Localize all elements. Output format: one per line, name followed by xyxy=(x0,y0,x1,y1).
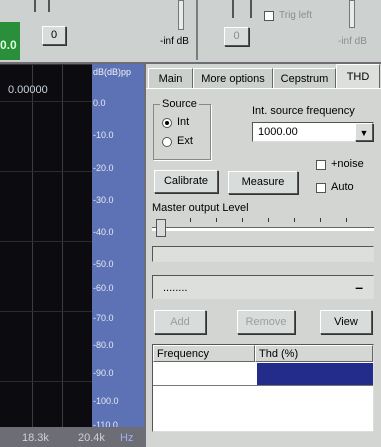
measure-button[interactable]: Measure xyxy=(228,171,298,194)
table-row-divider xyxy=(153,385,373,386)
view-button[interactable]: View xyxy=(320,310,372,334)
minus-button[interactable]: – xyxy=(355,279,363,295)
level-slider-track-right[interactable] xyxy=(349,0,355,28)
calibrate-button[interactable]: Calibrate xyxy=(154,170,218,193)
source-int-radio[interactable] xyxy=(162,118,172,128)
scale-tick: -30.0 xyxy=(93,195,114,205)
noise-label: +noise xyxy=(331,158,364,170)
scale-tick: -40.0 xyxy=(93,227,114,237)
trig-left-label: Trig left xyxy=(279,10,312,21)
scale-tick: -20.0 xyxy=(93,163,114,173)
source-ext-radio[interactable] xyxy=(162,137,172,147)
remove-button[interactable]: Remove xyxy=(237,310,295,334)
meter-divider xyxy=(232,0,234,18)
selected-cell[interactable] xyxy=(257,363,373,385)
level-readout-right: -inf dB xyxy=(338,36,367,47)
column-header-frequency[interactable]: Frequency xyxy=(153,345,255,362)
list-entry: ........ xyxy=(163,282,188,294)
level-slider-track[interactable] xyxy=(178,0,184,30)
meter-divider xyxy=(34,0,36,12)
channel-indicator: 0.0 xyxy=(0,22,20,60)
scale-tick: -70.0 xyxy=(93,313,114,323)
tab-more-options[interactable]: More options xyxy=(193,68,273,88)
cursor-value-readout: 0.00000 xyxy=(8,84,48,96)
tab-border xyxy=(146,88,381,89)
scale-tick: 0.0 xyxy=(93,98,106,108)
auto-label: Auto xyxy=(331,181,354,193)
freq-unit: Hz xyxy=(120,432,134,444)
trig-left-checkbox[interactable] xyxy=(264,11,274,21)
left-channel-button[interactable]: 0 xyxy=(42,26,66,45)
scale-tick: -10.0 xyxy=(93,130,114,140)
int-source-frequency-label: Int. source frequency xyxy=(252,105,355,117)
noise-checkbox[interactable] xyxy=(316,160,326,170)
scale-tick: -50.0 xyxy=(93,259,114,269)
master-output-slider-thumb[interactable] xyxy=(156,219,166,237)
tab-thd[interactable]: THD xyxy=(336,64,380,88)
column-header-thd[interactable]: Thd (%) xyxy=(255,345,373,362)
scale-unit: dB(dB)pp xyxy=(93,67,132,77)
source-int-label: Int xyxy=(177,116,190,128)
scale-tick: -90.0 xyxy=(93,368,114,378)
level-readout-left: -inf dB xyxy=(160,36,189,47)
panel-separator xyxy=(196,0,198,60)
source-ext-label: Ext xyxy=(177,135,193,147)
source-group xyxy=(153,104,211,160)
tab-cepstrum[interactable]: Cepstrum xyxy=(273,68,336,88)
channel-value: 0.0 xyxy=(0,38,17,52)
auto-checkbox[interactable] xyxy=(316,183,326,193)
scale-tick: -60.0 xyxy=(93,283,114,293)
freq-label-right: 20.4k xyxy=(78,432,105,444)
progress-bar xyxy=(152,246,374,262)
frequency-list-field[interactable]: ........ – xyxy=(152,275,374,299)
int-source-frequency-select[interactable]: 1000.00 ▼ xyxy=(252,122,374,142)
chevron-down-icon[interactable]: ▼ xyxy=(355,123,373,141)
master-output-slider-track[interactable] xyxy=(152,227,374,231)
add-button[interactable]: Add xyxy=(154,310,206,334)
master-output-level-label: Master output Level xyxy=(152,202,249,214)
tab-main[interactable]: Main xyxy=(148,68,193,88)
int-source-frequency-value: 1000.00 xyxy=(258,126,298,138)
freq-label-left: 18.3k xyxy=(22,432,49,444)
right-channel-button[interactable]: 0 xyxy=(224,27,249,46)
grid-line xyxy=(32,65,33,432)
scale-tick: -100.0 xyxy=(93,396,119,406)
grid-line xyxy=(62,65,63,432)
source-group-label: Source xyxy=(160,98,199,110)
meter-divider xyxy=(48,0,50,12)
slider-ticks xyxy=(190,218,370,222)
scale-tick: -80.0 xyxy=(93,340,114,350)
meter-divider xyxy=(250,0,252,18)
